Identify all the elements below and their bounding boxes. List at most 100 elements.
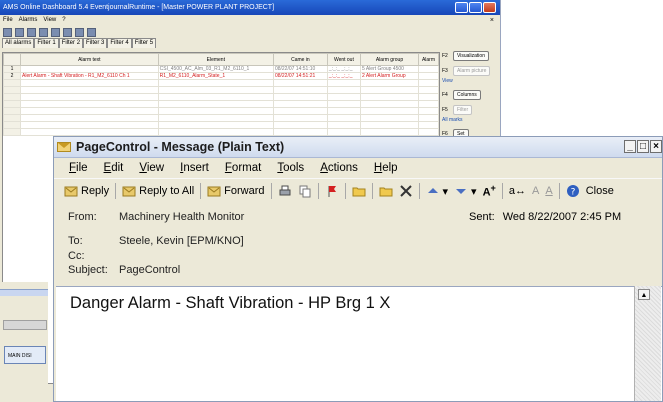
table-row[interactable]: 2 Alert Alarm - Shaft Vibration - R1_M2_… [3, 72, 440, 80]
copy-icon [299, 185, 310, 198]
to-label: To: [68, 235, 83, 247]
tab-filter-4[interactable]: Filter 4 [107, 38, 132, 48]
filter-button[interactable]: Filter [453, 104, 473, 115]
table-row-empty [3, 86, 440, 94]
ams-menu-view[interactable]: View [43, 15, 56, 26]
encoding-icon: a↔ [508, 185, 526, 197]
to-value[interactable]: Steele, Kevin [EPM/KNO] [119, 235, 244, 247]
ams-close-button[interactable] [483, 2, 496, 13]
menu-insert[interactable]: Insert [172, 162, 217, 174]
table-row[interactable]: 1 CSI_4500_AC_Alm_03_R1_M2_6110_1 08/22/… [3, 65, 440, 73]
reply-button[interactable]: Reply [61, 182, 112, 200]
message-body[interactable]: Danger Alarm - Shaft Vibration - HP Brg … [56, 286, 662, 401]
cell-went-out: _:_:_ _:_:_ [326, 65, 361, 73]
menu-view[interactable]: View [131, 162, 172, 174]
column-header-came-in[interactable]: Came in [272, 53, 328, 66]
sent-value: Wed 8/22/2007 2:45 PM [502, 211, 622, 223]
main-display-tab[interactable]: MAIN DISI [4, 346, 46, 364]
from-value: Machinery Health Monitor [119, 211, 245, 223]
tab-filter-3[interactable]: Filter 3 [83, 38, 108, 48]
envelope-icon [57, 142, 71, 152]
message-body-scrollbar[interactable]: ▲ [634, 286, 661, 401]
ams-inner-close-icon[interactable]: × [490, 15, 494, 26]
table-row-empty [3, 79, 440, 87]
column-header-alarm[interactable]: Alarm [417, 53, 440, 66]
all-marks-link[interactable]: All marks [442, 117, 498, 126]
view-link[interactable]: View [442, 78, 498, 87]
ams-toolbar-icon[interactable] [15, 27, 24, 37]
copy-folder-button[interactable] [376, 182, 396, 200]
reply-all-button[interactable]: Reply to All [119, 182, 197, 200]
move-to-folder-button[interactable] [349, 182, 369, 200]
ams-toolbar-icon[interactable] [75, 27, 84, 37]
table-row-empty [3, 114, 440, 122]
menu-actions[interactable]: Actions [312, 162, 366, 174]
alarm-picture-button[interactable]: Alarm picture [453, 65, 491, 76]
ams-title-bar: AMS Online Dashboard 5.4 EventjournalRun… [0, 0, 500, 15]
menu-edit[interactable]: Edit [96, 162, 132, 174]
visualization-button[interactable]: Visualization [453, 50, 489, 61]
menu-format[interactable]: Format [217, 162, 269, 174]
close-window-button[interactable]: × [650, 140, 662, 153]
reply-all-icon [122, 186, 136, 197]
cell-alarm-text: Alert Alarm - Shaft Vibration - R1_M2_61… [20, 72, 159, 80]
chevron-down-icon: ▾ [442, 185, 449, 198]
tab-filter-2[interactable]: Filter 2 [58, 38, 84, 48]
printer-icon [279, 185, 290, 196]
tab-filter-1[interactable]: Filter 1 [34, 38, 59, 48]
encoding-button[interactable]: a↔ [506, 183, 529, 199]
print-button[interactable] [275, 182, 295, 200]
tab-all-alarms[interactable]: All alarms [2, 38, 35, 48]
scroll-up-icon[interactable]: ▲ [638, 289, 650, 300]
forward-icon [207, 186, 221, 197]
ams-toolbar-icon[interactable] [87, 27, 96, 37]
underline-format-button[interactable]: A [542, 183, 555, 199]
folder-copy-icon [379, 187, 392, 197]
column-header-alarm-group[interactable]: Alarm group [359, 53, 419, 66]
column-header-element[interactable]: Element [157, 53, 274, 66]
forward-button[interactable]: Forward [204, 182, 267, 200]
help-icon: ? [566, 185, 579, 198]
columns-button[interactable]: Columns [453, 89, 481, 100]
ams-maximize-button[interactable] [469, 2, 482, 13]
ams-menu-file[interactable]: File [3, 15, 13, 26]
close-label: Close [585, 185, 614, 197]
column-header-went-out[interactable]: Went out [326, 53, 361, 66]
maximize-button[interactable]: □ [637, 140, 649, 153]
ams-status-box [3, 320, 47, 330]
help-button[interactable]: ? [563, 182, 583, 200]
ams-toolbar-icon[interactable] [3, 27, 12, 37]
font-size-button[interactable]: A+ [480, 181, 499, 201]
forward-label: Forward [224, 185, 265, 197]
menu-help[interactable]: Help [366, 162, 406, 174]
subject-label: Subject: [68, 264, 108, 276]
column-header-alarm-text[interactable]: Alarm text [20, 53, 159, 66]
menu-tools[interactable]: Tools [269, 162, 312, 174]
down-arrow-icon [456, 189, 467, 194]
menu-file[interactable]: File [61, 162, 96, 174]
flag-button[interactable] [322, 182, 342, 200]
text-format-icon: A [532, 185, 540, 197]
f2-key-label: F2 [442, 52, 448, 59]
ams-menu-help[interactable]: ? [62, 15, 65, 26]
minimize-button[interactable]: _ [624, 140, 636, 153]
cell-element: CSI_4500_AC_Alm_03_R1_M2_6110_1 [157, 65, 274, 73]
font-size-icon: A+ [482, 183, 496, 199]
ams-minimize-button[interactable] [455, 2, 468, 13]
text-format-button[interactable]: A [529, 183, 542, 199]
previous-item-button[interactable]: ▾ [423, 182, 452, 200]
delete-button[interactable] [396, 182, 416, 200]
close-button[interactable]: Close [583, 183, 617, 199]
tab-filter-5[interactable]: Filter 5 [131, 38, 157, 48]
ams-horizontal-scrollbar[interactable] [0, 289, 48, 296]
ams-toolbar-icon[interactable] [63, 27, 72, 37]
ams-toolbar-icon[interactable] [27, 27, 36, 37]
ams-toolbar-icon[interactable] [51, 27, 60, 37]
copy-button[interactable] [295, 182, 315, 200]
flag-icon [328, 186, 336, 197]
next-item-button[interactable]: ▾ [451, 182, 480, 200]
message-window: PageControl - Message (Plain Text) _ □ ×… [53, 136, 663, 402]
ams-toolbar-icon[interactable] [39, 27, 48, 37]
ams-menu-alarms[interactable]: Alarms [19, 15, 38, 26]
cell-alarm-group: 2 Alert Alarm Group [359, 72, 419, 80]
